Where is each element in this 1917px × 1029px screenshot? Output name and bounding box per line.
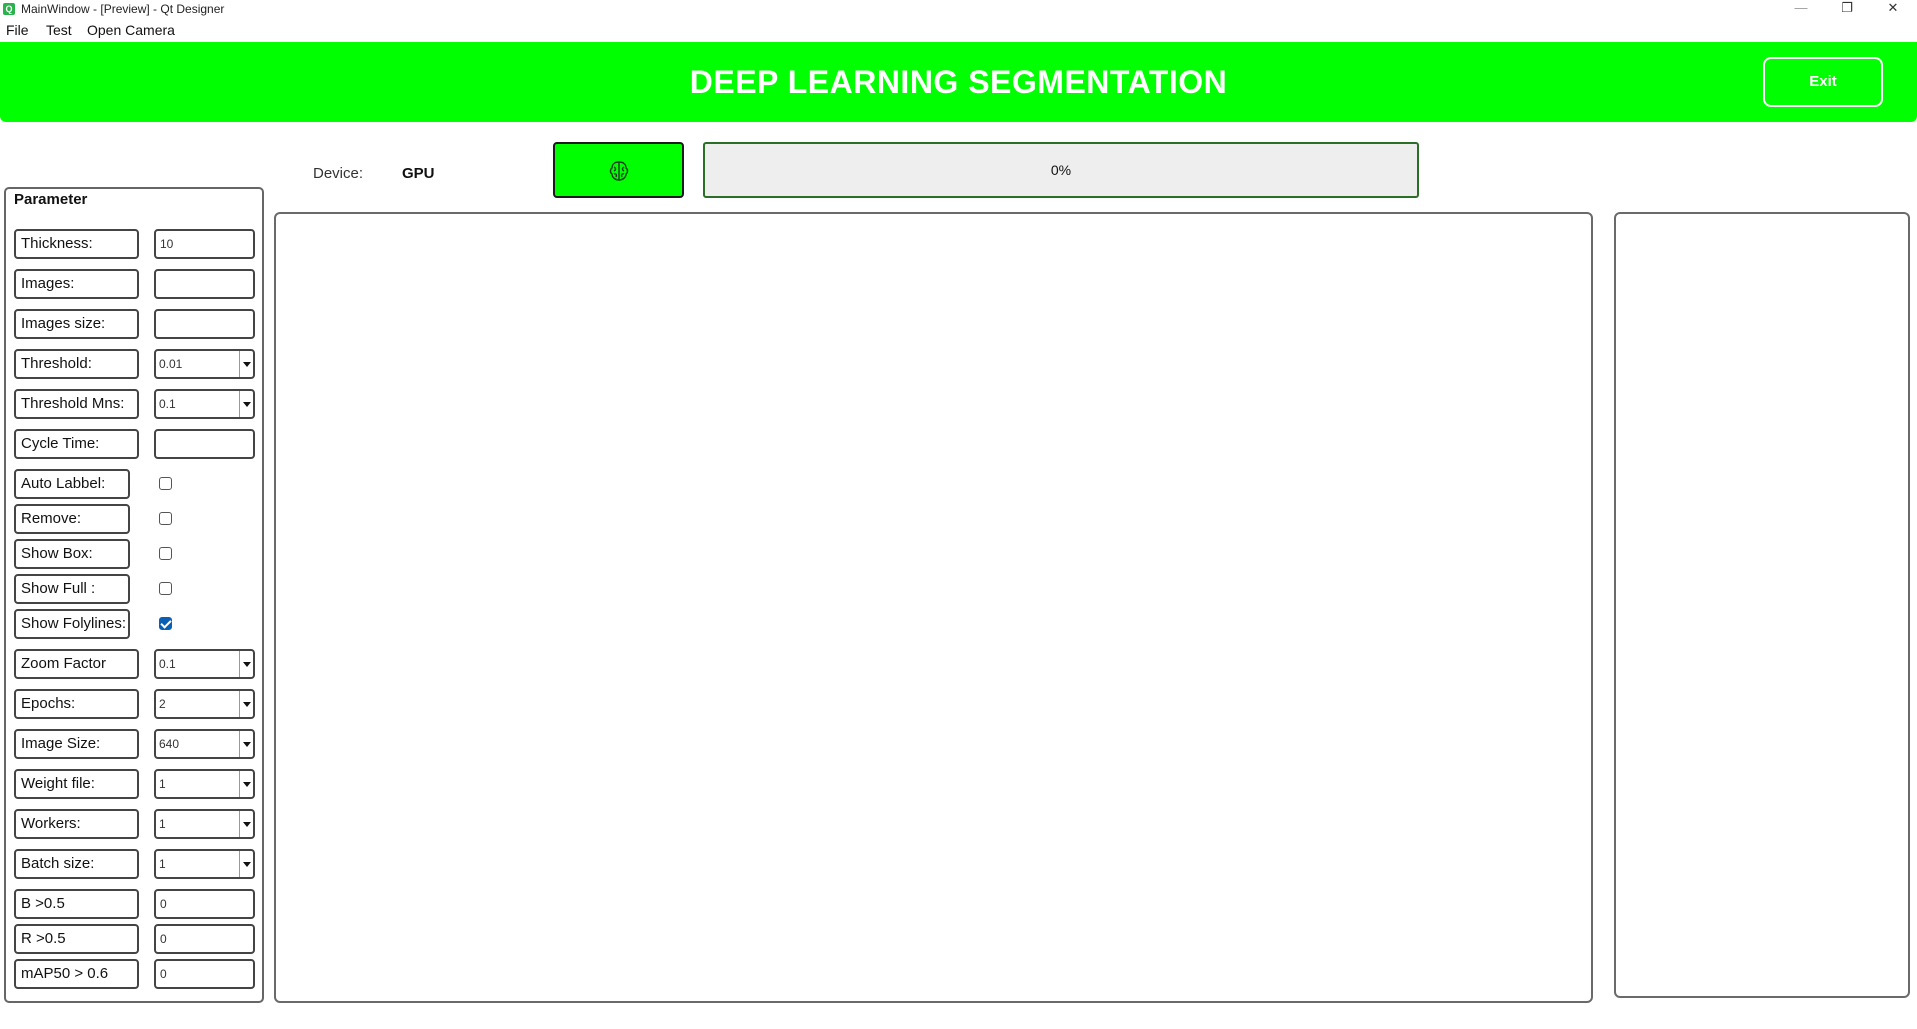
chevron-down-icon[interactable] <box>239 651 253 677</box>
b-metric-input[interactable]: 0 <box>154 889 255 919</box>
cycle-time-input[interactable] <box>154 429 255 459</box>
image-size-combobox[interactable]: 640 <box>154 729 255 759</box>
progress-bar: 0% <box>703 142 1419 198</box>
epochs-label: Epochs: <box>14 689 139 719</box>
remove-label: Remove: <box>14 504 130 534</box>
threshold-label: Threshold: <box>14 349 139 379</box>
threshold-mns-label: Threshold Mns: <box>14 389 139 419</box>
run-model-button[interactable] <box>553 142 684 198</box>
images-label: Images: <box>14 269 139 299</box>
menubar: File Test Open Camera <box>0 18 1917 42</box>
chevron-down-icon[interactable] <box>239 691 253 717</box>
chevron-down-icon[interactable] <box>239 851 253 877</box>
zoom-factor-label: Zoom Factor <box>14 649 139 679</box>
r-metric-input[interactable]: 0 <box>154 924 255 954</box>
show-full-label: Show Full : <box>14 574 130 604</box>
brain-icon <box>609 161 629 181</box>
weight-file-combobox[interactable]: 1 <box>154 769 255 799</box>
show-polylines-checkbox[interactable] <box>159 617 172 630</box>
parameter-group-title: Parameter <box>14 191 88 208</box>
device-value: GPU <box>402 165 435 182</box>
chevron-down-icon[interactable] <box>239 771 253 797</box>
epochs-combobox[interactable]: 2 <box>154 689 255 719</box>
workers-combobox[interactable]: 1 <box>154 809 255 839</box>
minimize-button[interactable]: — <box>1778 0 1824 18</box>
zoom-factor-value: 0.1 <box>159 657 176 671</box>
window-title: MainWindow - [Preview] - Qt Designer <box>21 2 225 16</box>
images-size-input[interactable] <box>154 309 255 339</box>
qt-designer-icon: Q <box>3 3 15 15</box>
device-label: Device: <box>313 165 364 182</box>
cycle-time-label: Cycle Time: <box>14 429 139 459</box>
weight-file-value: 1 <box>159 777 166 791</box>
chevron-down-icon[interactable] <box>239 351 253 377</box>
map-metric-label: mAP50 > 0.6 <box>14 959 139 989</box>
threshold-mns-combobox[interactable]: 0.1 <box>154 389 255 419</box>
side-preview-panel[interactable] <box>1614 212 1910 998</box>
threshold-mns-value: 0.1 <box>159 397 176 411</box>
map-metric-input[interactable]: 0 <box>154 959 255 989</box>
images-input[interactable] <box>154 269 255 299</box>
auto-label-label: Auto Labbel: <box>14 469 130 499</box>
window-titlebar: Q MainWindow - [Preview] - Qt Designer —… <box>0 0 1917 18</box>
batch-size-label: Batch size: <box>14 849 139 879</box>
workers-value: 1 <box>159 817 166 831</box>
close-window-button[interactable]: ✕ <box>1870 0 1916 18</box>
epochs-value: 2 <box>159 697 166 711</box>
show-box-checkbox[interactable] <box>159 547 172 560</box>
thickness-label: Thickness: <box>14 229 139 259</box>
r-metric-label: R >0.5 <box>14 924 139 954</box>
weight-file-label: Weight file: <box>14 769 139 799</box>
restore-button[interactable]: ❐ <box>1824 0 1870 18</box>
image-size-label: Image Size: <box>14 729 139 759</box>
menu-test[interactable]: Test <box>46 22 72 38</box>
progress-text: 0% <box>1050 162 1072 178</box>
image-size-value: 640 <box>159 737 180 751</box>
images-size-label: Images size: <box>14 309 139 339</box>
show-polylines-label: Show Folylines: <box>14 609 130 639</box>
menu-file[interactable]: File <box>6 22 29 38</box>
parameter-group: Parameter Thickness: 10 Images: Images s… <box>4 187 264 1003</box>
auto-label-checkbox[interactable] <box>159 477 172 490</box>
menu-open-camera[interactable]: Open Camera <box>87 22 175 38</box>
page-title: DEEP LEARNING SEGMENTATION <box>689 64 1228 100</box>
b-metric-label: B >0.5 <box>14 889 139 919</box>
chevron-down-icon[interactable] <box>239 731 253 757</box>
main-image-view[interactable] <box>274 212 1593 1003</box>
thickness-input[interactable]: 10 <box>154 229 255 259</box>
zoom-factor-combobox[interactable]: 0.1 <box>154 649 255 679</box>
exit-button[interactable]: Exit <box>1763 57 1883 107</box>
chevron-down-icon[interactable] <box>239 391 253 417</box>
workers-label: Workers: <box>14 809 139 839</box>
batch-size-combobox[interactable]: 1 <box>154 849 255 879</box>
threshold-combobox[interactable]: 0.01 <box>154 349 255 379</box>
show-full-checkbox[interactable] <box>159 582 172 595</box>
batch-size-value: 1 <box>159 857 166 871</box>
threshold-value: 0.01 <box>159 357 183 371</box>
header-banner: DEEP LEARNING SEGMENTATION Exit <box>0 42 1917 122</box>
show-box-label: Show Box: <box>14 539 130 569</box>
remove-checkbox[interactable] <box>159 512 172 525</box>
chevron-down-icon[interactable] <box>239 811 253 837</box>
